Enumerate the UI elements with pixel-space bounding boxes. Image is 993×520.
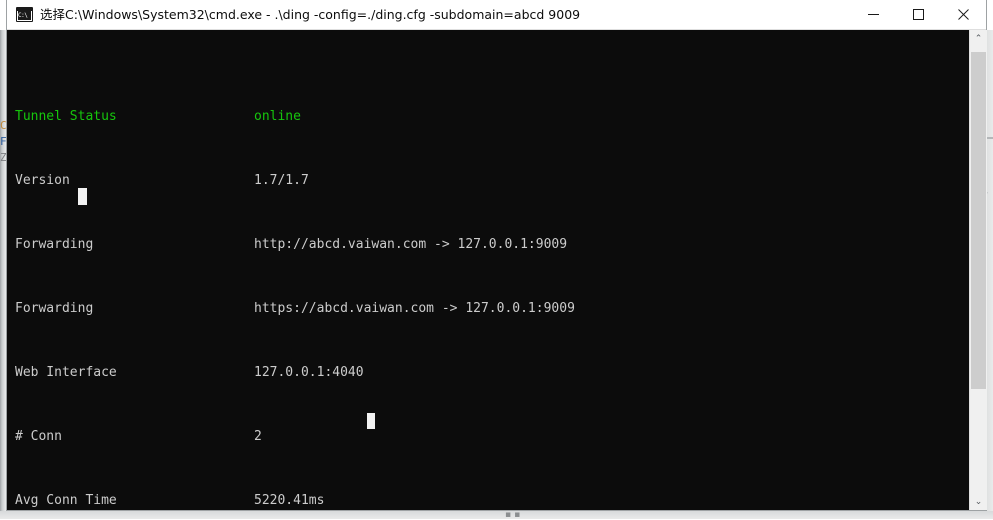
scroll-down-arrow-icon[interactable]: ⌄ xyxy=(970,493,987,510)
minimize-icon xyxy=(868,14,879,15)
status-label-forwarding-https: Forwarding xyxy=(15,301,94,316)
status-label-web-interface: Web Interface xyxy=(15,365,117,380)
desktop-bottom-strip: ▪▪ xyxy=(0,511,993,520)
console-text-cursor xyxy=(78,188,87,205)
status-value-forwarding-http: http://abcd.vaiwan.com -> 127.0.0.1:9009 xyxy=(254,237,568,252)
console-line-forwarding-http: Forwarding http://abcd.vaiwan.com -> 127.… xyxy=(15,237,575,253)
window-title: 选择C:\Windows\System32\cmd.exe - .\ding -… xyxy=(40,6,581,22)
status-label-forwarding-http: Forwarding xyxy=(15,237,94,252)
status-value-conn-count: 2 xyxy=(254,429,262,444)
status-label-version: Version xyxy=(15,173,70,188)
console-line-conn-count: # Conn 2 xyxy=(15,429,575,445)
console-line-web-interface: Web Interface 127.0.0.1:4040 xyxy=(15,365,575,381)
console-line-version: Version 1.7/1.7 xyxy=(15,173,575,189)
status-label-tunnel-status: Tunnel Status xyxy=(15,109,117,124)
window-titlebar[interactable]: 选择C:\Windows\System32\cmd.exe - .\ding -… xyxy=(7,0,986,30)
status-value-version: 1.7/1.7 xyxy=(254,173,309,188)
scrollbar-thumb[interactable] xyxy=(971,52,986,389)
scroll-up-arrow-icon[interactable]: ⌃ xyxy=(970,30,987,47)
maximize-button[interactable] xyxy=(896,0,941,30)
close-button[interactable] xyxy=(941,0,986,30)
status-label-avg-conn-time: Avg Conn Time xyxy=(15,493,117,508)
console-line-avg-conn-time: Avg Conn Time 5220.41ms xyxy=(15,493,575,509)
close-icon xyxy=(958,9,969,20)
console-mouse-cursor xyxy=(367,413,375,429)
console-output-area[interactable]: Tunnel Status online Version 1.7/1.7 Forwa… xyxy=(7,30,970,510)
minimize-button[interactable] xyxy=(851,0,896,30)
cmd-console-window[interactable]: 选择C:\Windows\System32\cmd.exe - .\ding -… xyxy=(6,0,987,511)
console-line-tunnel-status: Tunnel Status online xyxy=(15,109,575,125)
status-label-conn-count: # Conn xyxy=(15,429,62,444)
status-value-web-interface: 127.0.0.1:4040 xyxy=(254,365,364,380)
window-controls xyxy=(851,0,986,30)
scrollbar-track[interactable] xyxy=(970,47,987,493)
vertical-scrollbar[interactable]: ⌃ ⌄ xyxy=(969,30,987,510)
status-value-tunnel-status: online xyxy=(254,109,301,124)
console-text: Tunnel Status online Version 1.7/1.7 Forwa… xyxy=(15,45,575,510)
maximize-icon xyxy=(913,9,924,20)
status-value-forwarding-https: https://abcd.vaiwan.com -> 127.0.0.1:900… xyxy=(254,301,575,316)
status-value-avg-conn-time: 5220.41ms xyxy=(254,493,325,508)
window-resize-grip[interactable]: ▪▪ xyxy=(505,511,525,520)
console-line-forwarding-https: Forwarding https://abcd.vaiwan.com -> 127… xyxy=(15,301,575,317)
cmd-console-icon xyxy=(16,7,33,22)
